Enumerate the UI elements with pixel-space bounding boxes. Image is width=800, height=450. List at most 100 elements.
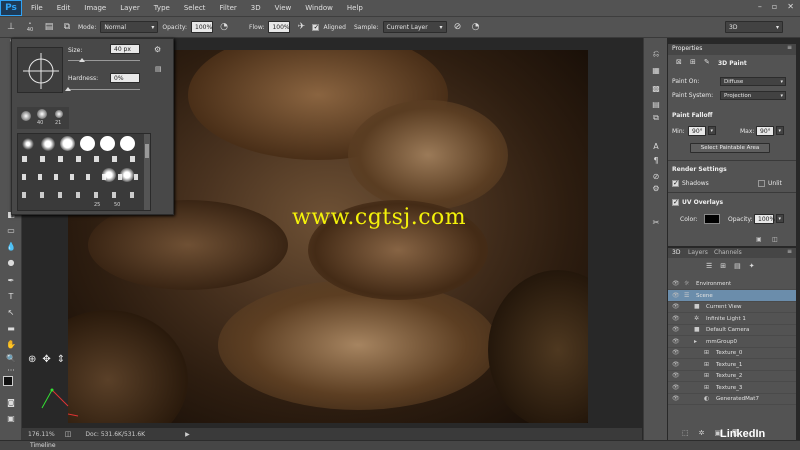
gradient-tool-icon[interactable]: ▭: [3, 224, 19, 236]
pressure-opacity-icon[interactable]: ◔: [217, 20, 231, 34]
tab-3d[interactable]: 3D: [672, 248, 680, 258]
info-icon[interactable]: ✂: [649, 216, 663, 228]
paragraph-icon[interactable]: ¶: [649, 154, 663, 166]
mode-select[interactable]: Normal: [100, 21, 159, 33]
hardness-slider-thumb[interactable]: [65, 87, 71, 91]
menu-select[interactable]: Select: [177, 4, 213, 12]
more-tools-icon[interactable]: ···: [3, 364, 19, 376]
size-field[interactable]: 40 px: [110, 44, 140, 54]
visibility-eye-icon[interactable]: 👁: [672, 359, 680, 371]
brush-preset-icon[interactable]: • 40: [22, 20, 38, 34]
scene-item-generatedmat7[interactable]: 👁 ◐ GeneratedMat7: [668, 393, 796, 405]
filter-lights-icon[interactable]: ✦: [749, 262, 755, 270]
slide-3d-camera-icon[interactable]: ⇕: [57, 354, 65, 365]
brush-angle-preview[interactable]: [17, 47, 63, 93]
scene-item-texture-2[interactable]: 👁 ⊞ Texture_2: [668, 370, 796, 382]
visibility-eye-icon[interactable]: 👁: [672, 393, 680, 405]
filter-meshes-icon[interactable]: ⊞: [720, 262, 726, 270]
aligned-checkbox[interactable]: [312, 23, 320, 31]
dodge-tool-icon[interactable]: ●: [3, 256, 19, 268]
status-menu-icon[interactable]: ◫: [65, 430, 72, 438]
blur-tool-icon[interactable]: 💧: [3, 240, 19, 252]
visibility-eye-icon[interactable]: 👁: [672, 290, 680, 302]
tab-channels[interactable]: Channels: [714, 248, 742, 258]
3d-panel-menu-icon[interactable]: ≡: [787, 248, 792, 255]
menu-file[interactable]: File: [24, 4, 50, 12]
scene-item-infinite-light-1[interactable]: 👁 ✲ Infinite Light 1: [668, 313, 796, 325]
opacity-field[interactable]: 100%: [191, 21, 214, 33]
menu-help[interactable]: Help: [340, 4, 370, 12]
brush-panel-toggle-icon[interactable]: ▤: [42, 20, 56, 34]
add-light-icon[interactable]: ✲: [699, 429, 705, 437]
tool-presets-icon[interactable]: ⊘: [649, 170, 663, 182]
ignore-adjustment-layers-icon[interactable]: ⊘: [451, 20, 465, 34]
swatches-icon[interactable]: ▩: [649, 82, 663, 94]
menu-image[interactable]: Image: [77, 4, 113, 12]
recent-brush-3[interactable]: [55, 110, 63, 118]
shadows-checkbox[interactable]: [672, 179, 679, 187]
filter-whole-scene-icon[interactable]: ☰: [706, 262, 712, 270]
pen-tool-icon[interactable]: ✒: [3, 274, 19, 286]
status-arrow-icon[interactable]: ▶: [185, 431, 190, 438]
scene-item-default-camera[interactable]: 👁 ■ Default Camera: [668, 324, 796, 336]
properties-tab[interactable]: Properties: [672, 44, 702, 54]
quick-mask-icon[interactable]: ◙: [3, 396, 19, 408]
min-field[interactable]: 90°: [688, 126, 706, 136]
pan-3d-camera-icon[interactable]: ✥: [42, 354, 50, 365]
uv-opacity-dropdown[interactable]: [776, 214, 784, 223]
menu-window[interactable]: Window: [298, 4, 340, 12]
scene-item-scene[interactable]: 👁 ☰ Scene: [668, 289, 796, 302]
scene-item-texture-3[interactable]: 👁 ⊞ Texture_3: [668, 382, 796, 394]
scene-item-environment[interactable]: 👁 ☼ Environment: [668, 278, 796, 290]
scene-item-texture-0[interactable]: 👁 ⊞ Texture_0: [668, 347, 796, 359]
maximize-button[interactable]: ▫: [772, 2, 777, 11]
size-slider-thumb[interactable]: [79, 58, 86, 62]
scene-item-current-view[interactable]: 👁 ■ Current View: [668, 301, 796, 313]
3d-deform-icon[interactable]: ⊞: [690, 58, 696, 66]
rectangle-tool-icon[interactable]: ▬: [3, 322, 19, 334]
visibility-eye-icon[interactable]: 👁: [672, 347, 680, 359]
actions-icon[interactable]: ⚙: [649, 182, 663, 194]
zoom-level[interactable]: 176.11%: [28, 431, 55, 438]
visibility-eye-icon[interactable]: 👁: [672, 324, 680, 336]
max-field[interactable]: 90°: [756, 126, 774, 136]
brush-settings-gear-icon[interactable]: ⚙: [154, 45, 161, 54]
hand-tool-icon[interactable]: ✋: [3, 338, 19, 350]
recent-brush-1[interactable]: [21, 111, 31, 121]
tab-layers[interactable]: Layers: [688, 248, 708, 258]
menu-type[interactable]: Type: [147, 4, 177, 12]
hardness-field[interactable]: 0%: [110, 73, 140, 83]
3d-mesh-icon[interactable]: ⊠: [676, 58, 682, 66]
3d-paint-brush-icon[interactable]: ✎: [704, 58, 710, 66]
menu-view[interactable]: View: [268, 4, 299, 12]
clone-stamp-tool-icon[interactable]: ⊥: [4, 20, 18, 34]
flow-field[interactable]: 100%: [268, 21, 291, 33]
hardness-slider-track[interactable]: [68, 89, 140, 90]
min-dropdown[interactable]: [708, 126, 716, 135]
select-paintable-area-button[interactable]: Select Paintable Area: [690, 143, 770, 153]
layer-comps-icon[interactable]: ▦: [649, 64, 663, 76]
clone-source-icon[interactable]: ⧉: [649, 112, 663, 124]
sample-select[interactable]: Current Layer: [382, 21, 447, 33]
recent-brush-2[interactable]: [37, 109, 47, 119]
timeline-panel[interactable]: Timeline: [0, 440, 800, 450]
visibility-eye-icon[interactable]: 👁: [672, 278, 680, 290]
filter-materials-icon[interactable]: ▤: [734, 262, 741, 270]
zoom-tool-icon[interactable]: 🔍: [3, 352, 19, 364]
menu-filter[interactable]: Filter: [212, 4, 243, 12]
clone-source-panel-icon[interactable]: ⧉: [60, 20, 74, 34]
visibility-eye-icon[interactable]: 👁: [672, 301, 680, 313]
menu-edit[interactable]: Edit: [50, 4, 78, 12]
paint-on-select[interactable]: Diffuse: [720, 77, 786, 86]
preset-scrollbar[interactable]: [144, 134, 150, 210]
scene-item-mmgroup0[interactable]: 👁 ▸ mmGroup0: [668, 336, 796, 348]
visibility-eye-icon[interactable]: 👁: [672, 336, 680, 348]
unlit-checkbox[interactable]: [758, 180, 765, 187]
visibility-eye-icon[interactable]: 👁: [672, 370, 680, 382]
render-icon[interactable]: ⬚: [682, 429, 689, 437]
visibility-eye-icon[interactable]: 👁: [672, 313, 680, 325]
workspace-select[interactable]: 3D: [725, 21, 783, 33]
new-preset-icon[interactable]: ▤: [155, 65, 162, 73]
menu-3d[interactable]: 3D: [244, 4, 268, 12]
pressure-size-icon[interactable]: ◔: [469, 20, 483, 34]
